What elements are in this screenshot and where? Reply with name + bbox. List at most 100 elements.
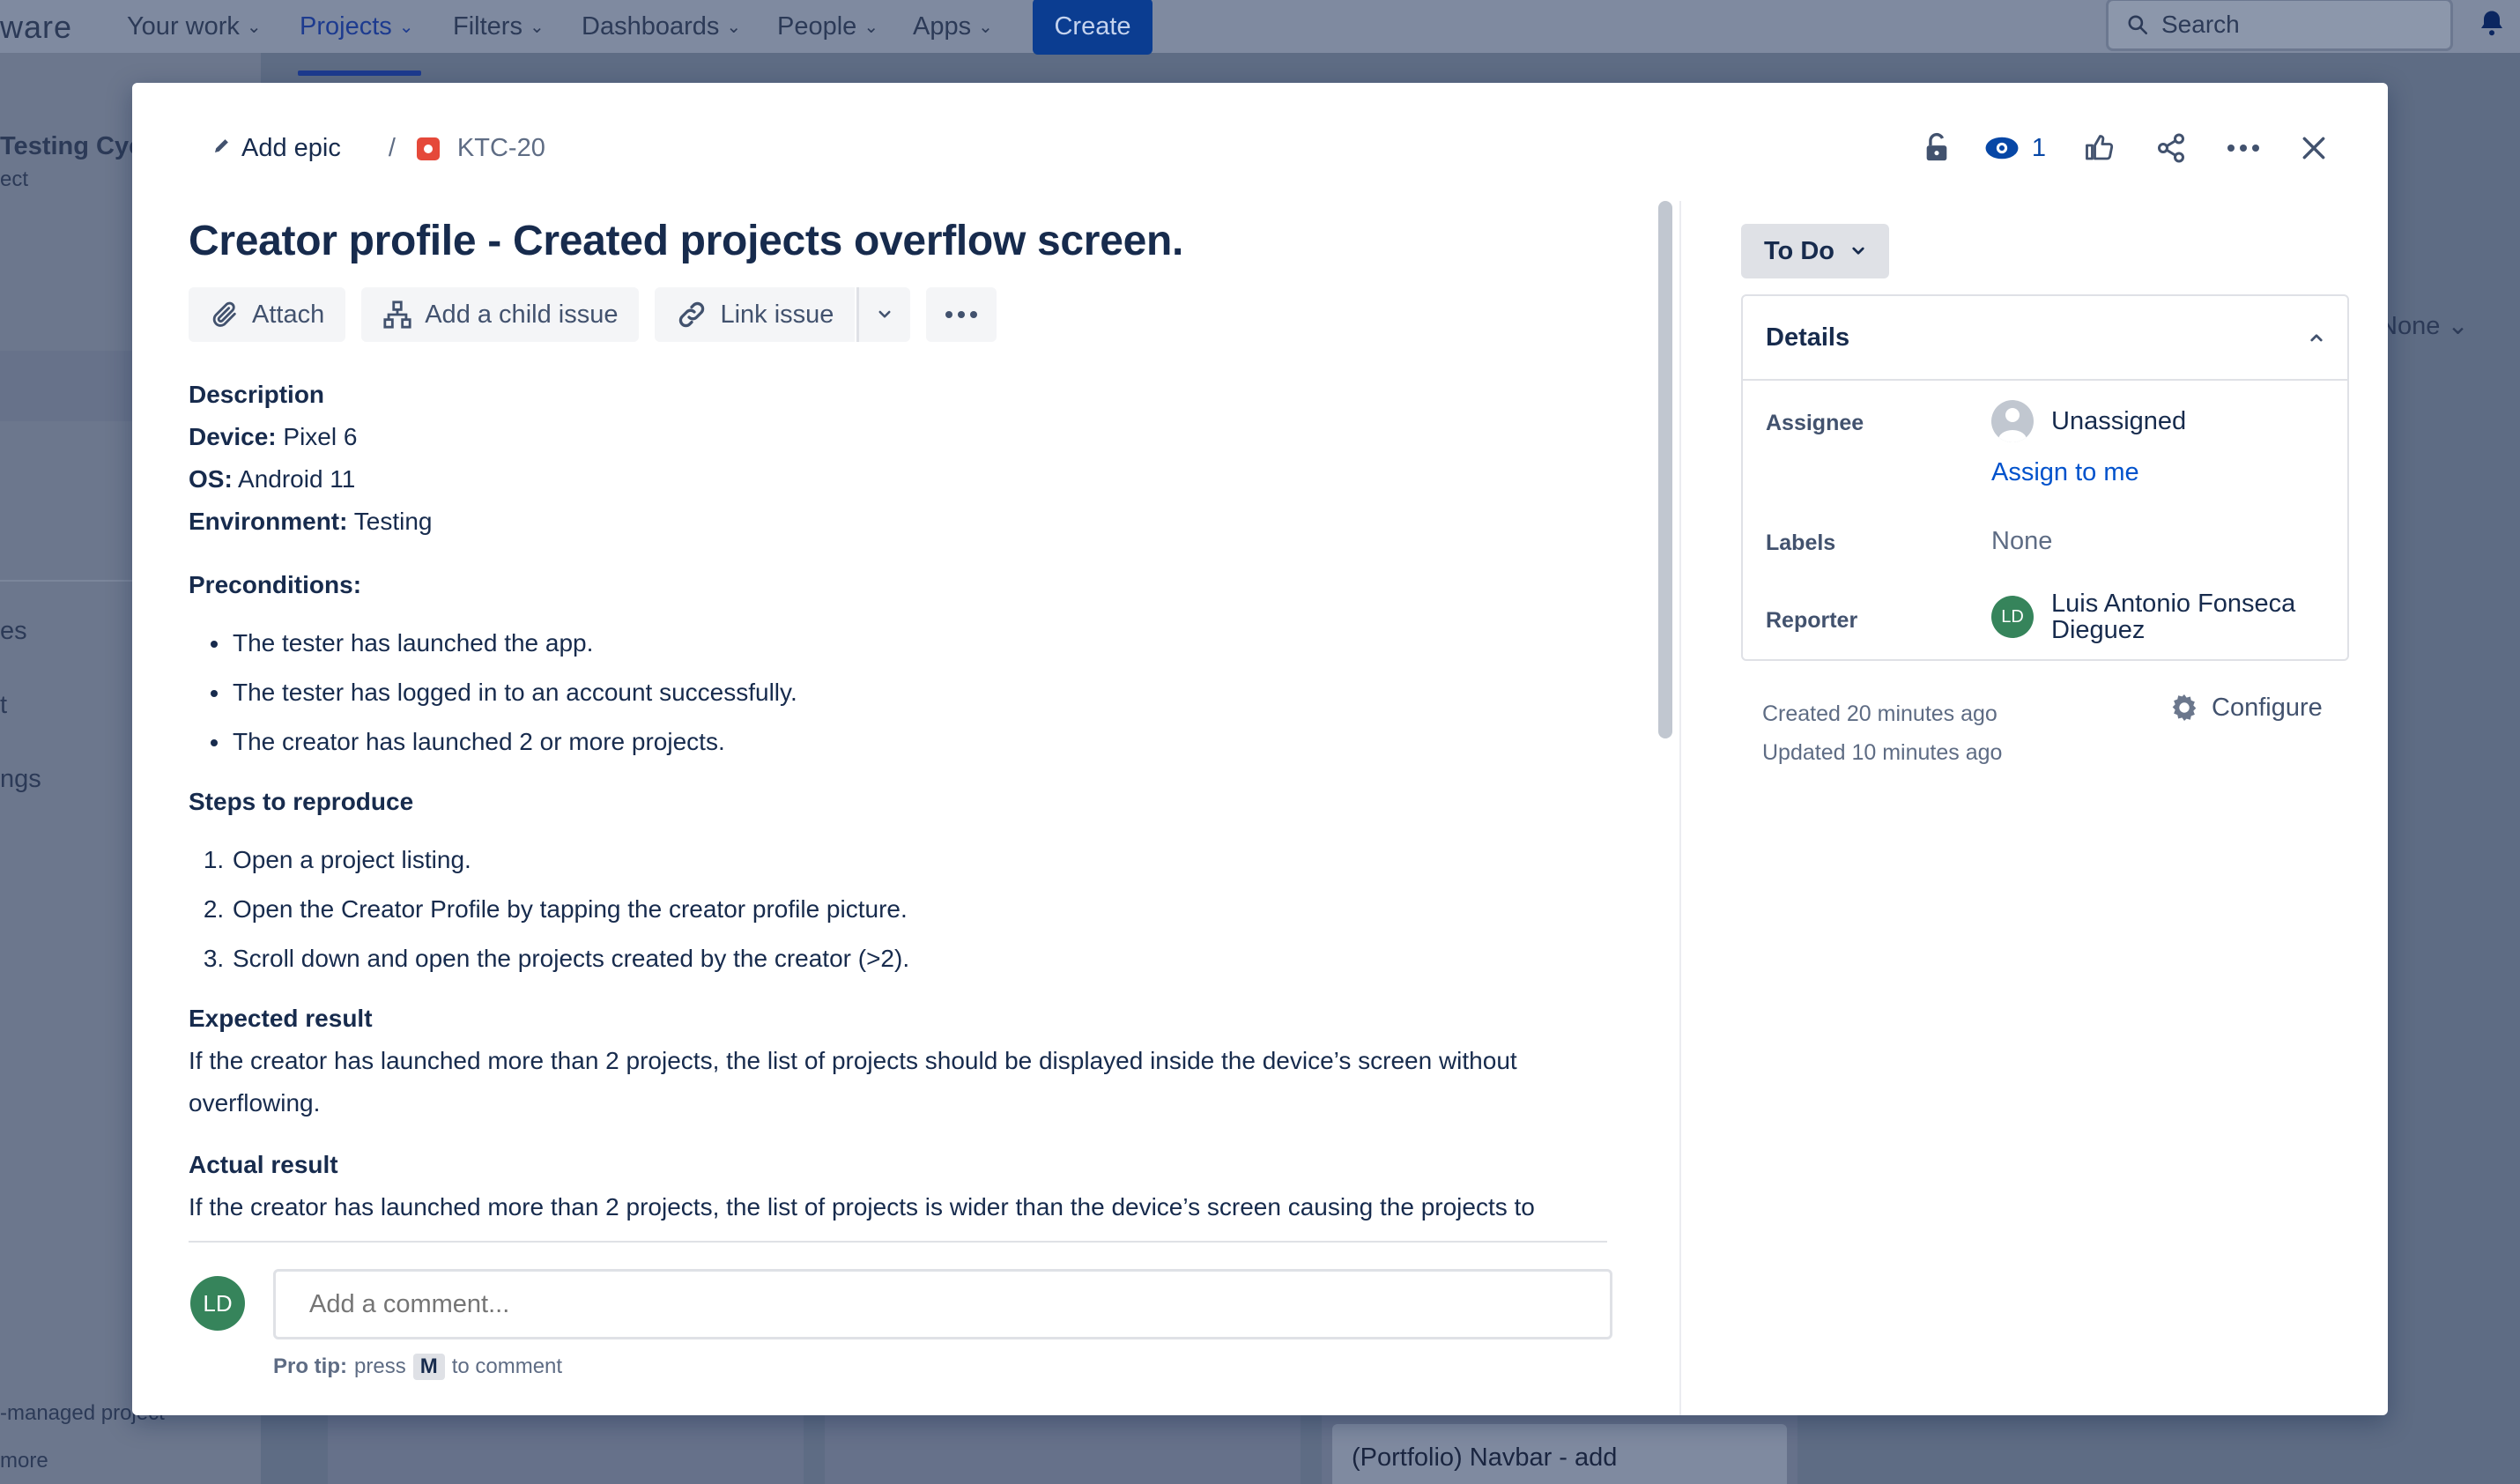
environment-label: Environment:: [189, 508, 348, 535]
nav-label: Projects: [300, 12, 392, 41]
watch-count: 1: [2031, 133, 2046, 162]
sidebar-item[interactable]: t: [0, 691, 7, 720]
steps-heading: Steps to reproduce: [189, 788, 414, 815]
nav-your-work[interactable]: Your work ⌄: [127, 12, 262, 41]
bug-icon: [416, 137, 440, 160]
pane-divider: [1679, 201, 1681, 1415]
search-placeholder: Search: [2161, 11, 2240, 38]
expected-heading: Expected result: [189, 1005, 373, 1032]
more-options-icon: [945, 311, 978, 318]
issue-key-link[interactable]: KTC-20: [457, 134, 545, 163]
reporter-name-line: Dieguez: [2051, 616, 2146, 644]
description-bottom-edge: [189, 1241, 1607, 1243]
attach-button[interactable]: Attach: [189, 287, 346, 342]
issue-actions: 1: [1916, 127, 2335, 169]
environment-value: Testing: [353, 508, 433, 535]
sidebar-item[interactable]: es: [0, 617, 27, 646]
expected-text: If the creator has launched more than 2 …: [189, 1047, 1517, 1117]
nav-people[interactable]: People ⌄: [777, 12, 878, 41]
watch-button[interactable]: 1: [1984, 134, 2046, 163]
chevron-up-icon: [2310, 334, 2323, 342]
link-icon: [679, 301, 705, 328]
status-dropdown[interactable]: To Do: [1741, 224, 1889, 278]
steps-list: Open a project listing. Open the Creator…: [189, 835, 1607, 983]
breadcrumb-separator: /: [388, 134, 396, 162]
configure-button[interactable]: Configure: [2168, 691, 2323, 724]
chevron-down-icon: ⌄: [2447, 312, 2469, 340]
assignee-field[interactable]: Unassigned: [1991, 400, 2186, 442]
nav-label: Filters: [453, 12, 523, 41]
close-icon[interactable]: [2293, 127, 2335, 169]
nav-apps[interactable]: Apps ⌄: [913, 12, 993, 41]
add-child-label: Add a child issue: [425, 300, 619, 329]
attach-label: Attach: [252, 300, 325, 329]
updated-timestamp: Updated 10 minutes ago: [1762, 740, 2003, 765]
scrollbar[interactable]: [1658, 201, 1672, 738]
list-item: The tester has logged in to an account s…: [231, 668, 1607, 717]
nav-label: People: [777, 12, 857, 41]
link-issue-button[interactable]: Link issue: [655, 287, 856, 342]
add-child-issue-button[interactable]: Add a child issue: [361, 287, 640, 342]
keyboard-key: M: [412, 1354, 445, 1380]
gear-icon: [2172, 694, 2197, 722]
avatar: [1991, 400, 2034, 442]
eye-icon: [1985, 137, 2019, 160]
details-header[interactable]: Details: [1743, 296, 2347, 381]
pro-tip: Pro tip: press M to comment: [273, 1354, 562, 1380]
nav-projects[interactable]: Projects ⌄: [300, 12, 414, 41]
list-item: The creator has launched 2 or more proje…: [231, 717, 1607, 767]
more-options-icon[interactable]: [2222, 127, 2264, 169]
os-label: OS:: [189, 465, 233, 493]
reporter-name-line: Luis Antonio Fonseca: [2051, 590, 2296, 618]
device-label: Device:: [189, 423, 277, 450]
reporter-field[interactable]: LD Luis Antonio Fonseca Dieguez: [1991, 590, 2295, 643]
reporter-label: Reporter: [1766, 608, 1858, 633]
device-value: Pixel 6: [283, 423, 358, 450]
os-line: OS: Android 11: [189, 458, 1607, 501]
avatar: LD: [190, 1276, 245, 1331]
pro-tip-label: Pro tip:: [273, 1354, 347, 1378]
details-heading: Details: [1766, 323, 1850, 352]
project-name: Testing Cyc: [0, 132, 144, 160]
comment-input[interactable]: [273, 1269, 1612, 1339]
nav-dashboards[interactable]: Dashboards ⌄: [582, 12, 741, 41]
issue-description[interactable]: Description Device: Pixel 6 OS: Android …: [189, 374, 1607, 1243]
nav-label: Your work: [127, 12, 240, 41]
assignee-value: Unassigned: [2051, 406, 2187, 435]
nav-label: Apps: [913, 12, 972, 41]
nav-filters[interactable]: Filters ⌄: [453, 12, 545, 41]
environment-line: Environment: Testing: [189, 501, 1607, 543]
labels-value[interactable]: None: [1991, 527, 2052, 556]
device-line: Device: Pixel 6: [189, 416, 1607, 458]
group-by-select[interactable]: None ⌄: [2379, 310, 2469, 341]
assign-to-me-link[interactable]: Assign to me: [1991, 458, 2139, 487]
link-issue-label: Link issue: [720, 300, 834, 329]
create-button[interactable]: Create: [1033, 0, 1153, 55]
link-issue-dropdown[interactable]: [856, 287, 911, 342]
issue-title[interactable]: Creator profile - Created projects overf…: [189, 217, 1183, 265]
board-card[interactable]: (Portfolio) Navbar - add: [1332, 1424, 1787, 1484]
lock-icon[interactable]: [1916, 127, 1958, 169]
more-actions-button[interactable]: [926, 287, 997, 342]
details-panel: Details Assignee Unassigned Assign to me…: [1741, 294, 2349, 661]
notifications-icon[interactable]: [2476, 7, 2508, 47]
like-icon[interactable]: [2078, 127, 2120, 169]
search-input[interactable]: Search: [2106, 0, 2453, 51]
preconditions-list: The tester has launched the app. The tes…: [189, 619, 1607, 767]
configure-label: Configure: [2212, 693, 2323, 722]
labels-label: Labels: [1766, 531, 1836, 555]
search-icon: [2128, 15, 2148, 35]
chevron-down-icon: ⌄: [978, 18, 993, 37]
assignee-label: Assignee: [1766, 411, 1864, 435]
add-epic-link[interactable]: Add epic: [241, 134, 341, 163]
chevron-down-icon: ⌄: [398, 18, 414, 37]
group-by-value: None: [2379, 312, 2441, 340]
nav-active-indicator: [298, 70, 421, 76]
chevron-down-icon: [1852, 247, 1864, 255]
created-timestamp: Created 20 minutes ago: [1762, 701, 1997, 726]
chevron-down-icon: ⌄: [529, 18, 545, 37]
pro-tip-press: press: [354, 1354, 406, 1378]
share-icon[interactable]: [2150, 127, 2192, 169]
sidebar-item[interactable]: ngs: [0, 765, 41, 794]
sidebar-learn-more[interactable]: more: [0, 1449, 48, 1473]
